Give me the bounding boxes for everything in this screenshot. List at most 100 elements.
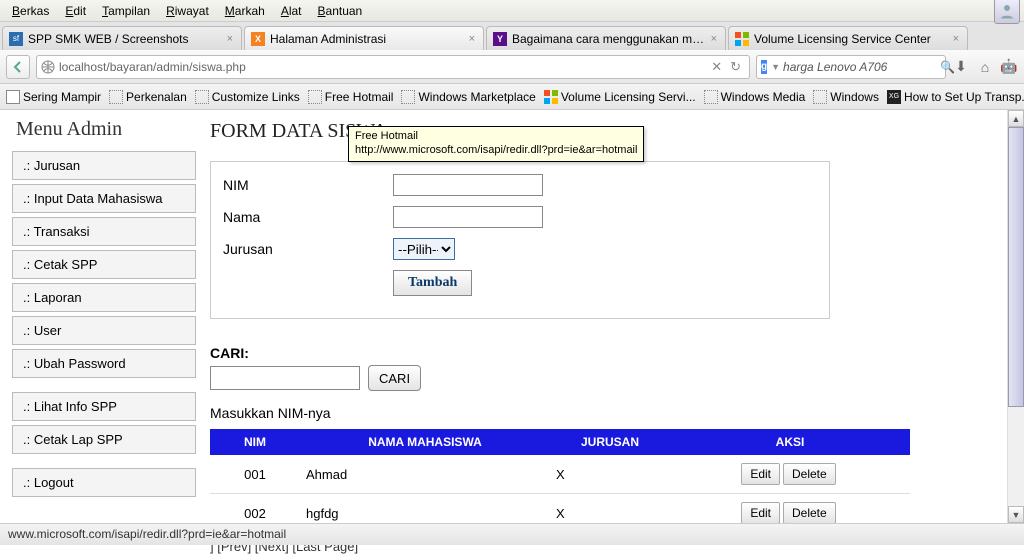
close-icon[interactable]: × [951,33,961,45]
nim-input[interactable] [393,174,543,196]
page-icon [813,90,827,104]
google-icon: g [761,60,767,74]
menu-markah[interactable]: Markah [217,2,273,20]
close-icon[interactable]: × [709,33,719,45]
sidebar-item-input-mahasiswa[interactable]: .: Input Data Mahasiswa [12,184,196,213]
close-icon[interactable]: × [467,33,477,45]
tab-3[interactable]: Volume Licensing Service Center × [728,26,968,50]
dropdown-icon[interactable]: ▼ [771,62,780,72]
scroll-up-icon[interactable]: ▲ [1008,110,1024,127]
bookmark-sering-mampir[interactable]: Sering Mampir [6,90,101,104]
cell-nim: 001 [210,455,300,494]
favicon-icon: X [251,32,265,46]
menu-edit[interactable]: Edit [57,2,94,20]
delete-button[interactable]: Delete [783,463,836,485]
th-nim: NIM [210,429,300,455]
tab-1[interactable]: X Halaman Administrasi × [244,26,484,50]
cari-button[interactable]: CARI [368,365,421,391]
menu-riwayat[interactable]: Riwayat [158,2,217,20]
close-icon[interactable]: × [225,33,235,45]
tooltip: Free Hotmail http://www.microsoft.com/is… [348,126,644,162]
sidebar-item-laporan[interactable]: .: Laporan [12,283,196,312]
url-bar[interactable]: ✕ ↻ [36,55,750,79]
bookmark-volume-licensing[interactable]: Volume Licensing Servi... [544,90,696,104]
cell-nama: Ahmad [300,455,550,494]
tab-title: SPP SMK WEB / Screenshots [28,32,225,46]
form-data-siswa: NIM Nama Jurusan --Pilih-- Tambah [210,161,830,319]
xg-icon: XG [887,90,901,104]
menu-berkas[interactable]: Berkas [4,2,57,20]
stop-icon[interactable]: ✕ [707,59,726,75]
delete-button[interactable]: Delete [783,502,836,524]
cari-hint: Masukkan NIM-nya [210,405,1004,421]
sidebar-item-lihat-info-spp[interactable]: .: Lihat Info SPP [12,392,196,421]
sidebar-item-cetak-lap-spp[interactable]: .: Cetak Lap SPP [12,425,196,454]
sidebar-item-jurusan[interactable]: .: Jurusan [12,151,196,180]
page-icon [109,90,123,104]
bookmark-perkenalan[interactable]: Perkenalan [109,90,187,104]
tambah-button[interactable]: Tambah [393,270,472,296]
ms-icon [544,90,558,104]
siswa-table: NIM NAMA MAHASISWA JURUSAN AKSI 001Ahmad… [210,429,910,533]
sidebar-item-user[interactable]: .: User [12,316,196,345]
page-icon [195,90,209,104]
cari-label: CARI: [210,345,1004,361]
th-nama: NAMA MAHASISWA [300,429,550,455]
browser-tabbar: sf SPP SMK WEB / Screenshots × X Halaman… [0,22,1024,50]
scroll-down-icon[interactable]: ▼ [1008,506,1024,523]
bookmark-windows-media[interactable]: Windows Media [704,90,806,104]
sidebar-item-cetak-spp[interactable]: .: Cetak SPP [12,250,196,279]
bookmark-windows-marketplace[interactable]: Windows Marketplace [401,90,535,104]
main-panel: FORM DATA SISWA NIM Nama Jurusan --Pilih… [200,110,1024,523]
download-icon[interactable]: ⬇ [952,58,970,76]
bookmark-customize-links[interactable]: Customize Links [195,90,300,104]
search-input[interactable] [783,60,940,74]
edit-button[interactable]: Edit [741,502,780,524]
scroll-thumb[interactable] [1008,127,1024,407]
tab-2[interactable]: Y Bagaimana cara menggunakan mesin cuci.… [486,26,726,50]
url-input[interactable] [59,60,707,74]
home-icon[interactable]: ⌂ [976,58,994,76]
sidebar-title: Menu Admin [16,118,196,141]
favicon-icon [735,32,749,46]
th-aksi: AKSI [670,429,910,455]
page-icon [6,90,20,104]
menu-alat[interactable]: Alat [273,2,310,20]
android-icon[interactable]: 🤖 [1000,58,1018,76]
jurusan-select[interactable]: --Pilih-- [393,238,455,260]
sidebar: Menu Admin .: Jurusan .: Input Data Maha… [0,110,200,523]
page-icon [401,90,415,104]
page-content: Menu Admin .: Jurusan .: Input Data Maha… [0,110,1024,523]
search-bar[interactable]: g ▼ 🔍 [756,55,946,79]
sidebar-item-transaksi[interactable]: .: Transaksi [12,217,196,246]
browser-navbar: ✕ ↻ g ▼ 🔍 ⬇ ⌂ 🤖 [0,50,1024,84]
cell-jurusan: X [550,455,670,494]
favicon-icon: Y [493,32,507,46]
back-button[interactable] [6,55,30,79]
th-jurusan: JURUSAN [550,429,670,455]
sidebar-item-logout[interactable]: .: Logout [12,468,196,497]
tab-title: Halaman Administrasi [270,32,467,46]
nama-input[interactable] [393,206,543,228]
menu-tampilan[interactable]: Tampilan [94,2,158,20]
arrow-left-icon [12,61,24,73]
bookmark-how-to-setup[interactable]: XGHow to Set Up Transp... [887,90,1024,104]
tooltip-title: Free Hotmail [355,129,637,143]
profile-avatar[interactable] [994,0,1020,24]
sidebar-item-ubah-password[interactable]: .: Ubah Password [12,349,196,378]
menu-bantuan[interactable]: Bantuan [310,2,371,20]
tab-title: Bagaimana cara menggunakan mesin cuci... [512,32,709,46]
bookmark-windows[interactable]: Windows [813,90,879,104]
user-icon [998,2,1016,20]
table-row: 001AhmadXEditDelete [210,455,910,494]
nama-label: Nama [223,209,393,225]
bookmark-free-hotmail[interactable]: Free Hotmail [308,90,394,104]
cari-input[interactable] [210,366,360,390]
vertical-scrollbar[interactable]: ▲ ▼ [1007,110,1024,523]
reload-icon[interactable]: ↻ [726,59,745,75]
cell-aksi: EditDelete [670,455,910,494]
tab-0[interactable]: sf SPP SMK WEB / Screenshots × [2,26,242,50]
edit-button[interactable]: Edit [741,463,780,485]
jurusan-label: Jurusan [223,241,393,257]
page-icon [704,90,718,104]
